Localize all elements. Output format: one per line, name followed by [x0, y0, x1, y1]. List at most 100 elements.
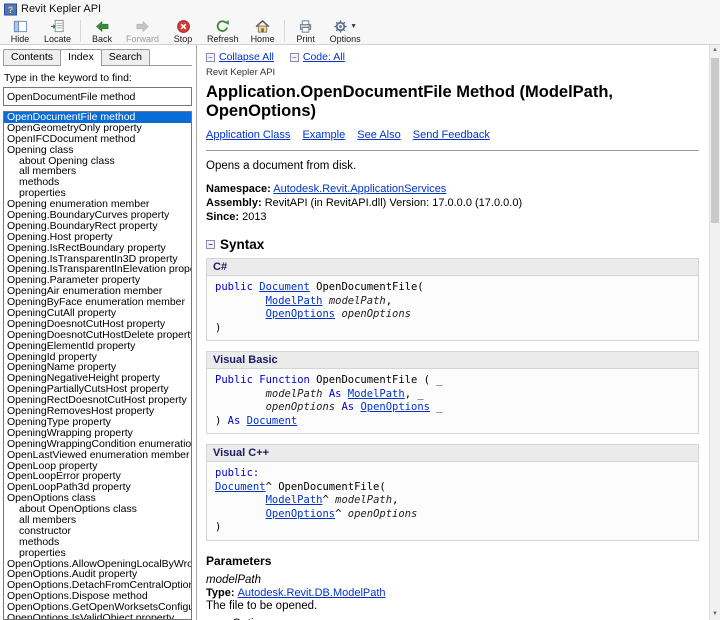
collapse-all-link[interactable]: − Collapse All — [206, 51, 274, 63]
list-item[interactable]: OpeningRemovesHost property — [4, 406, 191, 417]
list-item[interactable]: OpeningType property — [4, 417, 191, 428]
hide-button[interactable]: Hide — [2, 18, 38, 44]
scrollbar-thumb[interactable] — [711, 58, 719, 223]
list-item[interactable]: methods — [4, 537, 191, 548]
code-text: _ — [430, 401, 443, 413]
list-item[interactable]: OpeningDoesnotCutHostDelete property — [4, 330, 191, 341]
keyword-input[interactable] — [3, 87, 192, 106]
code-text: OpenDocumentFile( — [310, 281, 424, 293]
locate-button[interactable]: Locate — [38, 18, 77, 44]
since-label: Since: — [206, 211, 239, 223]
namespace-label: Namespace: — [206, 183, 271, 195]
list-item[interactable]: OpenLoopError property — [4, 471, 191, 482]
code-text — [215, 508, 266, 520]
example-link[interactable]: Example — [302, 129, 345, 141]
scroll-down-icon[interactable]: ▼ — [710, 609, 720, 620]
tab-contents[interactable]: Contents — [3, 49, 61, 65]
list-item[interactable]: OpenLoopPath3d property — [4, 482, 191, 493]
code-type-link[interactable]: OpenOptions — [360, 401, 430, 413]
list-item[interactable]: OpeningElementId property — [4, 341, 191, 352]
code-all-link[interactable]: − Code: All — [290, 51, 345, 63]
namespace-link[interactable]: Autodesk.Revit.ApplicationServices — [273, 183, 446, 195]
tab-index[interactable]: Index — [60, 49, 102, 66]
code-keyword: Function — [259, 374, 310, 386]
print-button-label: Print — [296, 34, 315, 44]
code-text — [215, 494, 266, 506]
list-item[interactable]: OpeningPartiallyCutsHost property — [4, 384, 191, 395]
list-item[interactable]: OpenOptions.GetOpenWorksetsConfigur — [4, 602, 191, 613]
code-block: Visual C++public: Document^ OpenDocument… — [206, 444, 699, 541]
scroll-up-icon[interactable]: ▲ — [710, 45, 720, 56]
application-class-link[interactable]: Application Class — [206, 129, 290, 141]
list-item[interactable]: OpenOptions.AllowOpeningLocalByWron — [4, 559, 191, 570]
back-button[interactable]: Back — [84, 18, 120, 44]
content-pane: − Collapse All − Code: All Revit Kepler … — [197, 45, 720, 620]
code-type-link[interactable]: OpenOptions — [266, 508, 336, 520]
list-item[interactable]: OpeningId property — [4, 352, 191, 363]
list-item[interactable]: OpenOptions.DetachFromCentralOption p — [4, 580, 191, 591]
options-button[interactable]: ▼ Options — [324, 18, 367, 44]
list-item[interactable]: OpeningByFace enumeration member — [4, 297, 191, 308]
print-button[interactable]: Print — [288, 18, 324, 44]
help-window: ? Revit Kepler API Hide Locate Back — [0, 0, 720, 620]
list-item[interactable]: all members — [4, 515, 191, 526]
list-item[interactable]: about OpenOptions class — [4, 504, 191, 515]
list-item[interactable]: OpenOptions class — [4, 493, 191, 504]
list-item[interactable]: Opening.Host property — [4, 232, 191, 243]
list-item[interactable]: Opening.IsRectBoundary property — [4, 243, 191, 254]
list-item[interactable]: OpenOptions.Audit property — [4, 569, 191, 580]
list-item[interactable]: OpeningCutAll property — [4, 308, 191, 319]
stop-button[interactable]: Stop — [165, 18, 201, 44]
code-text: ^ — [335, 508, 348, 520]
list-item[interactable]: Opening class — [4, 145, 191, 156]
syntax-section-heading: − Syntax — [206, 237, 699, 252]
list-item[interactable]: OpenLastViewed enumeration member — [4, 450, 191, 461]
refresh-button[interactable]: Refresh — [201, 18, 245, 44]
code-type-link[interactable]: ModelPath — [266, 295, 323, 307]
list-item[interactable]: OpenGeometryOnly property — [4, 123, 191, 134]
refresh-button-label: Refresh — [207, 34, 239, 44]
code-type-link[interactable]: ModelPath — [266, 494, 323, 506]
list-item[interactable]: OpenOptions.Dispose method — [4, 591, 191, 602]
syntax-collapse-icon[interactable]: − — [206, 240, 215, 249]
list-item[interactable]: OpenLoop property — [4, 461, 191, 472]
code-type-link[interactable]: Document — [259, 281, 310, 293]
list-item[interactable]: OpeningRectDoesnotCutHost property — [4, 395, 191, 406]
parameter-type-link[interactable]: Autodesk.Revit.DB.ModelPath — [238, 587, 386, 599]
list-item[interactable]: OpeningWrapping property — [4, 428, 191, 439]
list-item[interactable]: properties — [4, 188, 191, 199]
list-item[interactable]: Opening.IsTransparentInElevation proper — [4, 264, 191, 275]
send-feedback-link[interactable]: Send Feedback — [413, 129, 490, 141]
code-type-link[interactable]: ModelPath — [348, 388, 405, 400]
see-also-link[interactable]: See Also — [357, 129, 400, 141]
code-type-link[interactable]: OpenOptions — [266, 308, 336, 320]
list-item[interactable]: Opening enumeration member — [4, 199, 191, 210]
list-item[interactable]: OpeningDoesnotCutHost property — [4, 319, 191, 330]
code-type-link[interactable]: Document — [215, 481, 266, 493]
list-item[interactable]: Opening.Parameter property — [4, 275, 191, 286]
list-item[interactable]: OpeningNegativeHeight property — [4, 373, 191, 384]
code-type-link[interactable]: Document — [247, 415, 298, 427]
list-item[interactable]: OpenOptions.IsValidObject property — [4, 613, 191, 620]
code-text: , _ — [405, 388, 424, 400]
list-item[interactable]: properties — [4, 548, 191, 559]
list-item[interactable]: constructor — [4, 526, 191, 537]
content-scrollbar[interactable]: ▲ ▼ — [709, 45, 720, 620]
options-button-label: Options — [330, 34, 361, 44]
list-item[interactable]: all members — [4, 166, 191, 177]
index-list[interactable]: OpenDocumentFile methodOpenGeometryOnly … — [3, 111, 192, 620]
list-item[interactable]: about Opening class — [4, 156, 191, 167]
tab-search[interactable]: Search — [101, 49, 150, 65]
list-item[interactable]: methods — [4, 177, 191, 188]
list-item[interactable]: OpeningAir enumeration member — [4, 286, 191, 297]
forward-button[interactable]: Forward — [120, 18, 165, 44]
list-item[interactable]: Opening.BoundaryRect property — [4, 221, 191, 232]
list-item[interactable]: Opening.IsTransparentIn3D property — [4, 254, 191, 265]
list-item[interactable]: Opening.BoundaryCurves property — [4, 210, 191, 221]
code-block-language: C# — [207, 259, 698, 276]
list-item[interactable]: OpenDocumentFile method — [4, 112, 191, 123]
home-button[interactable]: Home — [245, 18, 281, 44]
list-item[interactable]: OpenIFCDocument method — [4, 134, 191, 145]
list-item[interactable]: OpeningName property — [4, 362, 191, 373]
list-item[interactable]: OpeningWrappingCondition enumeration — [4, 439, 191, 450]
